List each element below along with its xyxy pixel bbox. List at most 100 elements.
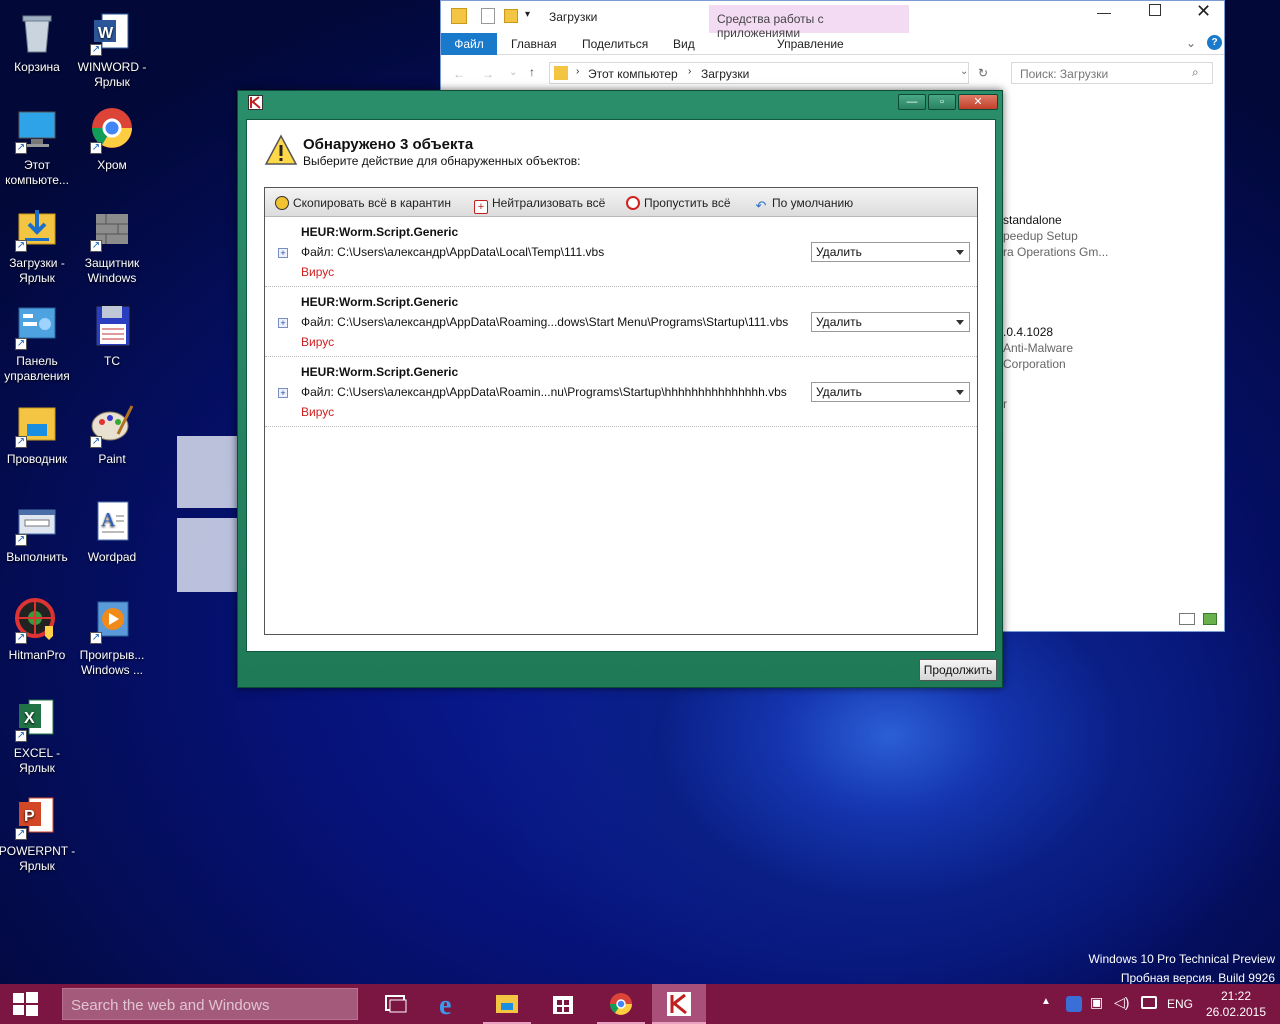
desktop-icon-control-panel[interactable]: ↗ Панель управления — [0, 302, 77, 384]
chrome-icon[interactable] — [597, 984, 645, 1024]
desktop-icon-downloads[interactable]: ↗ Загрузки - Ярлык — [0, 204, 77, 286]
address-bar[interactable]: › Этот компьютер › Загрузки ⌄ — [549, 62, 969, 84]
downloads-folder-icon — [451, 8, 467, 24]
desktop-icon-hitmanpro[interactable]: ↗ HitmanPro — [0, 596, 77, 663]
chevron-down-icon — [956, 320, 964, 325]
dialog-content: Обнаружено 3 объекта Выберите действие д… — [246, 119, 996, 652]
address-dropdown-icon[interactable]: ⌄ — [960, 66, 968, 77]
taskbar-search-box[interactable]: Search the web and Windows — [62, 988, 358, 1020]
desktop-icon-excel[interactable]: X ↗ EXCEL - Ярлык — [0, 694, 77, 776]
start-button[interactable] — [0, 984, 50, 1024]
threat-row[interactable]: + HEUR:Worm.Script.Generic Файл: C:\User… — [265, 357, 977, 427]
network-icon[interactable]: ▣ — [1090, 994, 1103, 1011]
recycle-bin-icon — [13, 8, 61, 56]
close-button[interactable]: ✕ — [1196, 1, 1211, 22]
threat-type: Вирус — [301, 335, 335, 349]
notification-icon[interactable] — [1141, 996, 1157, 1009]
shortcut-arrow-icon: ↗ — [15, 142, 27, 154]
recent-dropdown-icon[interactable]: ⌄ — [509, 67, 517, 78]
breadcrumb-this-pc[interactable]: Этот компьютер — [588, 67, 678, 81]
default-button[interactable]: ↶ По умолчанию — [754, 196, 854, 213]
language-indicator[interactable]: ENG — [1167, 997, 1193, 1011]
taskbar-search-placeholder: Search the web and Windows — [71, 997, 270, 1014]
tab-view[interactable]: Вид — [673, 37, 695, 51]
desktop-icon-this-pc[interactable]: ↗ Этот компьюте... — [0, 106, 77, 188]
undo-arrow-icon: ↶ — [755, 198, 767, 213]
action-select[interactable]: Удалить — [811, 382, 970, 402]
threat-row[interactable]: + HEUR:Worm.Script.Generic Файл: C:\User… — [265, 287, 977, 357]
desktop-icon-media-player[interactable]: ↗ Проигрыв... Windows ... — [72, 596, 152, 678]
first-aid-icon: + — [474, 200, 488, 214]
desktop-icon-recycle-bin[interactable]: Корзина — [0, 8, 77, 75]
desktop-icon-run[interactable]: ↗ Выполнить — [0, 498, 77, 565]
ribbon-expand-icon[interactable]: ⌄ — [1186, 36, 1196, 50]
minimize-button[interactable]: — — [1097, 4, 1111, 20]
svg-text:e: e — [439, 990, 451, 1021]
quarantine-all-button[interactable]: Скопировать всё в карантин — [275, 196, 451, 210]
kaspersky-taskbar-icon[interactable] — [652, 984, 706, 1024]
desktop-icon-winword[interactable]: W ↗ WINWORD - Ярлык — [72, 8, 152, 90]
expand-icon[interactable]: + — [278, 248, 288, 258]
file-explorer-icon[interactable] — [483, 984, 531, 1024]
skip-all-button[interactable]: Пропустить всё — [626, 196, 731, 210]
large-icons-view-icon[interactable] — [1203, 613, 1217, 625]
tab-share[interactable]: Поделиться — [582, 37, 648, 51]
close-button[interactable]: ✕ — [958, 94, 998, 110]
show-hidden-icons-icon[interactable]: ▲ — [1041, 996, 1051, 1007]
ribbon-tabs: Файл Главная Поделиться Вид Управление ⌄… — [441, 33, 1224, 55]
properties-icon[interactable] — [481, 8, 495, 24]
internet-explorer-icon[interactable]: e — [427, 984, 475, 1024]
block-icon — [626, 196, 640, 210]
clock[interactable]: 21:22 26.02.2015 — [1196, 988, 1276, 1020]
action-select[interactable]: Удалить — [811, 242, 970, 262]
forward-icon[interactable]: → — [482, 67, 494, 81]
continue-button[interactable]: Продолжить — [919, 659, 997, 681]
kaspersky-dialog[interactable]: — ▫ ✕ Обнаружено 3 объекта Выберите дейс… — [237, 90, 1003, 688]
word-icon: W ↗ — [88, 8, 136, 56]
quick-access-dropdown-icon[interactable]: ▾ — [525, 9, 530, 20]
desktop-icon-tc[interactable]: TC — [72, 302, 152, 369]
refresh-icon[interactable]: ↻ — [978, 66, 988, 80]
action-select[interactable]: Удалить — [811, 312, 970, 332]
desktop-icon-explorer[interactable]: ↗ Проводник — [0, 400, 77, 467]
shortcut-arrow-icon: ↗ — [15, 436, 27, 448]
watermark-edition: Windows 10 Pro Technical Preview — [1088, 952, 1275, 966]
address-bar-row: ← → ⌄ ↑ › Этот компьютер › Загрузки ⌄ ↻ … — [441, 55, 1224, 93]
up-icon[interactable]: ↑ — [529, 65, 535, 79]
breadcrumb-downloads[interactable]: Загрузки — [701, 67, 749, 81]
threat-type: Вирус — [301, 405, 335, 419]
tab-manage[interactable]: Управление — [777, 37, 844, 51]
store-icon[interactable] — [539, 984, 587, 1024]
task-view-icon[interactable] — [372, 984, 420, 1024]
desktop-icon-wordpad[interactable]: A Wordpad — [72, 498, 152, 565]
desktop-icon-paint[interactable]: ↗ Paint — [72, 400, 152, 467]
details-view-icon[interactable] — [1179, 613, 1195, 625]
help-icon[interactable]: ? — [1207, 35, 1222, 50]
shortcut-arrow-icon: ↗ — [90, 632, 102, 644]
search-input[interactable]: Поиск: Загрузки ⌕ — [1011, 62, 1213, 84]
tab-home[interactable]: Главная — [511, 37, 557, 51]
back-icon[interactable]: ← — [453, 67, 465, 81]
desktop-icon-powerpnt[interactable]: P ↗ POWERPNT - Ярлык — [0, 792, 77, 874]
neutralize-all-button[interactable]: + Нейтрализовать всё — [474, 196, 605, 214]
expand-icon[interactable]: + — [278, 388, 288, 398]
volume-icon[interactable]: ◁) — [1114, 994, 1129, 1011]
windows-logo-pane — [177, 518, 239, 592]
desktop-icon-defender[interactable]: ↗ Защитник Windows — [72, 204, 152, 286]
explorer-titlebar[interactable]: ▾ Загрузки Средства работы с приложениям… — [441, 1, 1224, 40]
expand-icon[interactable]: + — [278, 318, 288, 328]
list-fragment: standalone — [1003, 213, 1062, 227]
network-shield-icon[interactable] — [1066, 996, 1082, 1012]
maximize-button[interactable]: ▫ — [928, 94, 956, 110]
desktop-icon-chrome[interactable]: ↗ Хром — [72, 106, 152, 173]
threat-name: HEUR:Worm.Script.Generic — [301, 365, 459, 379]
threat-toolbar: Скопировать всё в карантин + Нейтрализова… — [265, 188, 977, 217]
tab-file[interactable]: Файл — [441, 33, 497, 55]
list-fragment: Corporation — [1003, 357, 1066, 371]
new-folder-icon[interactable] — [504, 9, 518, 23]
minimize-button[interactable]: — — [898, 94, 926, 110]
threat-row[interactable]: + HEUR:Worm.Script.Generic Файл: C:\User… — [265, 217, 977, 287]
threat-file-path: Файл: C:\Users\александр\AppData\Roaming… — [301, 315, 789, 329]
windows-logo-icon — [13, 992, 38, 1016]
maximize-button[interactable] — [1149, 4, 1161, 16]
